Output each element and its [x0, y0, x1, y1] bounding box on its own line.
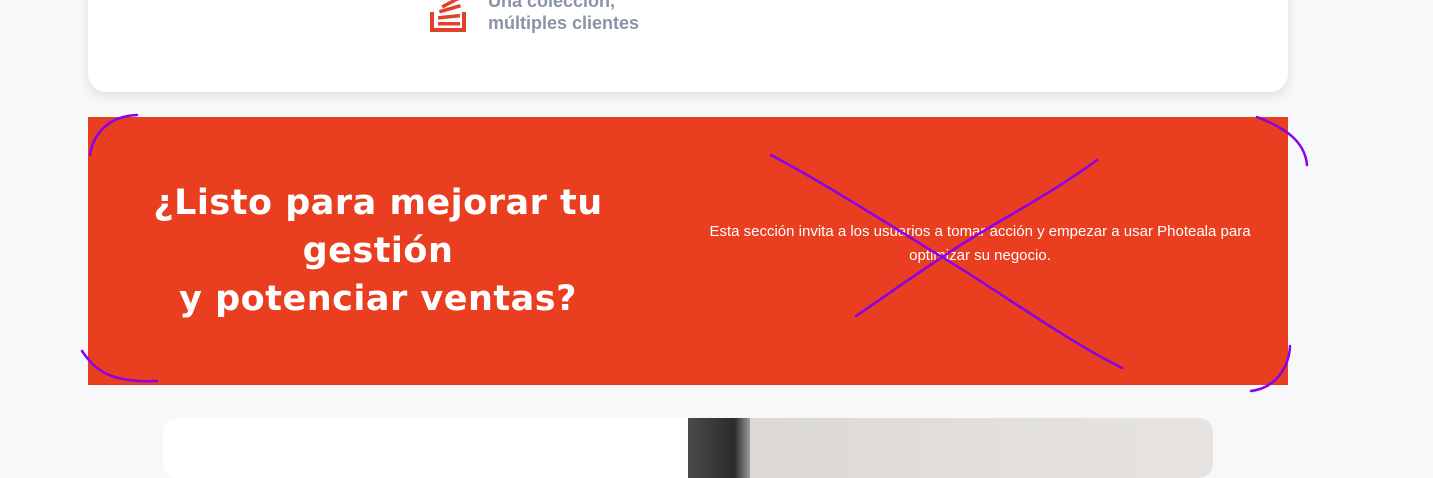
feature-caption-line2: múltiples clientes [488, 13, 640, 33]
photo-dark-edge [688, 418, 750, 478]
cta-title-line3: y potenciar ventas? [179, 279, 577, 319]
feature-caption-line1: Una colección, [488, 0, 616, 11]
feature-caption: Una colección, múltiples clientes [488, 0, 639, 34]
feature-card [88, 0, 1288, 92]
cta-title-line2: gestión [302, 231, 454, 271]
section-photo [688, 418, 1213, 478]
next-section-card [163, 418, 1213, 478]
cta-description: Esta sección invita a los usuarios a tom… [709, 223, 1251, 264]
cta-title: ¿Listo para mejorar tu gestión y potenci… [128, 179, 628, 323]
cta-banner: ¿Listo para mejorar tu gestión y potenci… [88, 117, 1288, 385]
stacked-layers-icon [430, 0, 466, 32]
cta-title-line1: ¿Listo para mejorar tu [153, 183, 603, 223]
